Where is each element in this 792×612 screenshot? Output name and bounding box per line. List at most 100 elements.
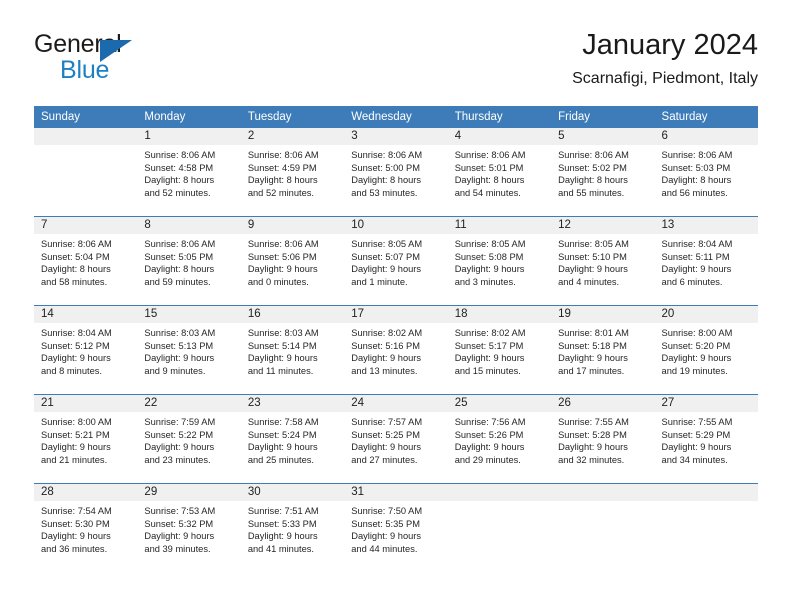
day-daylight-line2-text: and 54 minutes. xyxy=(454,187,521,198)
calendar-day-cell[interactable]: 10 Sunrise: 8:05 AM Sunset: 5:07 PM Dayligh… xyxy=(344,216,448,306)
day-sunrise-text: Sunrise: 8:05 AM xyxy=(558,239,629,249)
day-sunrise-text: Sunrise: 8:03 AM xyxy=(144,328,216,338)
day-daylight-line2-text: and 36 minutes. xyxy=(41,543,108,554)
day-daylight-line2-text: and 34 minutes. xyxy=(661,454,728,465)
day-sunset-text: Sunset: 5:30 PM xyxy=(41,518,110,529)
day-daylight-line1-text: Daylight: 9 hours xyxy=(351,442,422,453)
day-sunrise-text: Sunrise: 7:59 AM xyxy=(144,417,216,427)
day-sunrise-text: Sunrise: 8:04 AM xyxy=(41,328,112,338)
day-sunset-text: Sunset: 5:20 PM xyxy=(661,340,731,351)
calendar-day-cell[interactable]: 23 Sunrise: 7:58 AM Sunset: 5:24 PM Dayligh… xyxy=(240,394,345,484)
day-daylight-line2-text: and 41 minutes. xyxy=(247,543,314,554)
day-number: 12 xyxy=(551,217,655,234)
calendar-day-cell[interactable]: 30 Sunrise: 7:51 AM Sunset: 5:33 PM Dayligh… xyxy=(240,483,345,572)
day-daylight-line1-text: Daylight: 8 hours xyxy=(247,175,318,186)
day-daylight-line1-text: Daylight: 9 hours xyxy=(144,353,215,364)
day-sunset-text: Sunset: 5:10 PM xyxy=(558,251,627,262)
day-number: 28 xyxy=(34,484,138,501)
day-details: Sunrise: 8:06 AM Sunset: 5:00 PM Daylight:… xyxy=(344,145,447,199)
calendar-day-cell[interactable]: 5 Sunrise: 8:06 AM Sunset: 5:02 PM Daylight… xyxy=(551,128,655,217)
day-sunrise-text: Sunrise: 8:01 AM xyxy=(558,328,629,338)
calendar-day-cell[interactable]: 27 Sunrise: 7:55 AM Sunset: 5:29 PM Dayligh… xyxy=(654,394,758,484)
day-cell-content xyxy=(447,484,552,572)
day-details: Sunrise: 7:50 AM Sunset: 5:35 PM Daylight:… xyxy=(344,501,447,555)
calendar-day-cell[interactable]: 7 Sunrise: 8:06 AM Sunset: 5:04 PM Daylight… xyxy=(34,216,138,306)
day-details: Sunrise: 8:06 AM Sunset: 5:05 PM Daylight:… xyxy=(137,234,240,288)
day-cell-content: 7 Sunrise: 8:06 AM Sunset: 5:04 PM Daylight… xyxy=(34,217,138,305)
day-number: 3 xyxy=(344,128,448,145)
calendar-day-cell[interactable]: 8 Sunrise: 8:06 AM Sunset: 5:05 PM Daylight… xyxy=(137,216,241,306)
day-sunset-text: Sunset: 5:17 PM xyxy=(454,340,524,351)
day-sunrise-text: Sunrise: 8:02 AM xyxy=(454,328,526,338)
calendar-day-cell[interactable]: 25 Sunrise: 7:56 AM Sunset: 5:26 PM Dayligh… xyxy=(447,394,552,484)
day-daylight-line2-text: and 17 minutes. xyxy=(558,365,625,376)
calendar-day-cell[interactable]: 1 Sunrise: 8:06 AM Sunset: 4:58 PM Daylight… xyxy=(137,128,241,217)
day-number: 8 xyxy=(137,217,241,234)
calendar-day-cell[interactable]: 14 Sunrise: 8:04 AM Sunset: 5:12 PM Dayligh… xyxy=(34,305,138,395)
calendar-day-cell[interactable]: 13 Sunrise: 8:04 AM Sunset: 5:11 PM Dayligh… xyxy=(654,216,758,306)
day-sunset-text: Sunset: 5:02 PM xyxy=(558,162,627,173)
calendar-day-cell[interactable]: 19 Sunrise: 8:01 AM Sunset: 5:18 PM Dayligh… xyxy=(551,305,655,395)
day-daylight-line2-text: and 3 minutes. xyxy=(454,276,516,287)
weekday-header-tuesday: Tuesday xyxy=(240,106,345,128)
day-daylight-line1-text: Daylight: 8 hours xyxy=(144,175,215,186)
calendar-week-row: 7 Sunrise: 8:06 AM Sunset: 5:04 PM Daylight… xyxy=(34,216,758,306)
calendar-day-cell[interactable]: 31 Sunrise: 7:50 AM Sunset: 5:35 PM Dayligh… xyxy=(344,483,448,572)
day-details: Sunrise: 7:55 AM Sunset: 5:29 PM Daylight:… xyxy=(655,412,758,466)
calendar-day-cell[interactable]: 4 Sunrise: 8:06 AM Sunset: 5:01 PM Daylight… xyxy=(447,128,552,217)
calendar-day-cell[interactable]: 24 Sunrise: 7:57 AM Sunset: 5:25 PM Dayligh… xyxy=(344,394,448,484)
calendar-day-cell[interactable]: 2 Sunrise: 8:06 AM Sunset: 4:59 PM Daylight… xyxy=(240,128,345,217)
calendar-day-cell[interactable]: 11 Sunrise: 8:05 AM Sunset: 5:08 PM Dayligh… xyxy=(447,216,552,306)
day-sunrise-text: Sunrise: 8:06 AM xyxy=(247,150,319,160)
calendar-day-cell[interactable]: 28 Sunrise: 7:54 AM Sunset: 5:30 PM Dayligh… xyxy=(34,483,138,572)
day-details: Sunrise: 7:51 AM Sunset: 5:33 PM Daylight:… xyxy=(241,501,344,555)
day-sunrise-text: Sunrise: 8:06 AM xyxy=(247,239,319,249)
day-daylight-line1-text: Daylight: 9 hours xyxy=(247,442,318,453)
day-daylight-line2-text: and 6 minutes. xyxy=(661,276,723,287)
day-daylight-line2-text: and 58 minutes. xyxy=(41,276,108,287)
day-details: Sunrise: 8:02 AM Sunset: 5:16 PM Daylight:… xyxy=(344,323,447,377)
day-details: Sunrise: 8:05 AM Sunset: 5:10 PM Daylight:… xyxy=(551,234,654,288)
calendar-day-cell[interactable]: 29 Sunrise: 7:53 AM Sunset: 5:32 PM Dayligh… xyxy=(137,483,241,572)
day-sunrise-text: Sunrise: 8:06 AM xyxy=(454,150,526,160)
calendar-week-row: 28 Sunrise: 7:54 AM Sunset: 5:30 PM Dayligh… xyxy=(34,483,758,572)
calendar-day-cell[interactable]: 21 Sunrise: 8:00 AM Sunset: 5:21 PM Dayligh… xyxy=(34,394,138,484)
day-details xyxy=(655,501,758,505)
day-daylight-line2-text: and 8 minutes. xyxy=(41,365,102,376)
calendar-day-cell[interactable]: 15 Sunrise: 8:03 AM Sunset: 5:13 PM Dayligh… xyxy=(137,305,241,395)
day-daylight-line1-text: Daylight: 9 hours xyxy=(41,353,111,364)
day-number: 30 xyxy=(240,484,345,501)
day-number: 24 xyxy=(344,395,448,412)
day-sunrise-text: Sunrise: 8:06 AM xyxy=(558,150,629,160)
day-daylight-line1-text: Daylight: 9 hours xyxy=(454,442,525,453)
day-sunset-text: Sunset: 5:06 PM xyxy=(247,251,317,262)
calendar-day-cell[interactable]: 12 Sunrise: 8:05 AM Sunset: 5:10 PM Dayligh… xyxy=(551,216,655,306)
calendar-day-cell[interactable]: 20 Sunrise: 8:00 AM Sunset: 5:20 PM Dayligh… xyxy=(654,305,758,395)
day-sunset-text: Sunset: 5:00 PM xyxy=(351,162,420,173)
calendar-day-cell[interactable]: 22 Sunrise: 7:59 AM Sunset: 5:22 PM Dayligh… xyxy=(137,394,241,484)
calendar-day-cell-empty xyxy=(447,483,552,572)
day-number: 13 xyxy=(654,217,758,234)
day-details: Sunrise: 7:56 AM Sunset: 5:26 PM Daylight:… xyxy=(448,412,551,466)
day-number: 14 xyxy=(34,306,138,323)
day-cell-content: 31 Sunrise: 7:50 AM Sunset: 5:35 PM Dayligh… xyxy=(344,484,448,572)
day-daylight-line2-text: and 27 minutes. xyxy=(351,454,418,465)
weekday-header-friday: Friday xyxy=(551,106,655,128)
brand-logo[interactable]: General Blue xyxy=(34,30,254,88)
day-daylight-line1-text: Daylight: 9 hours xyxy=(558,353,628,364)
calendar-day-cell[interactable]: 3 Sunrise: 8:06 AM Sunset: 5:00 PM Daylight… xyxy=(344,128,448,217)
calendar-day-cell[interactable]: 17 Sunrise: 8:02 AM Sunset: 5:16 PM Dayligh… xyxy=(344,305,448,395)
calendar-day-cell[interactable]: 16 Sunrise: 8:03 AM Sunset: 5:14 PM Dayligh… xyxy=(240,305,345,395)
calendar-day-cell[interactable]: 18 Sunrise: 8:02 AM Sunset: 5:17 PM Dayligh… xyxy=(447,305,552,395)
day-cell-content xyxy=(551,484,655,572)
day-number: 21 xyxy=(34,395,138,412)
calendar-day-cell[interactable]: 9 Sunrise: 8:06 AM Sunset: 5:06 PM Daylight… xyxy=(240,216,345,306)
day-details: Sunrise: 7:55 AM Sunset: 5:28 PM Daylight:… xyxy=(551,412,654,466)
calendar-day-cell[interactable]: 26 Sunrise: 7:55 AM Sunset: 5:28 PM Dayligh… xyxy=(551,394,655,484)
day-number: 26 xyxy=(551,395,655,412)
day-sunset-text: Sunset: 5:32 PM xyxy=(144,518,214,529)
day-number: 7 xyxy=(34,217,138,234)
day-cell-content: 25 Sunrise: 7:56 AM Sunset: 5:26 PM Dayligh… xyxy=(447,395,552,483)
calendar-day-cell[interactable]: 6 Sunrise: 8:06 AM Sunset: 5:03 PM Daylight… xyxy=(654,128,758,217)
day-number xyxy=(551,484,655,501)
